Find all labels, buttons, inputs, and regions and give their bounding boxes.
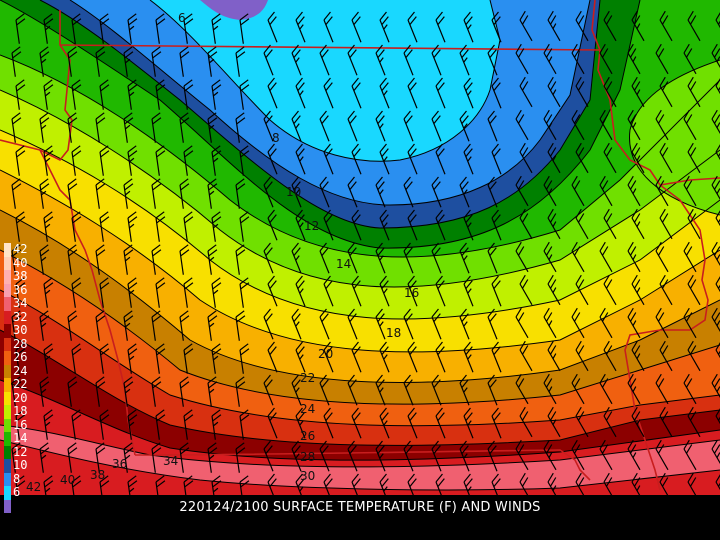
legend-swatch: [4, 283, 11, 297]
legend-entry: 38: [4, 269, 32, 284]
legend-label: 20: [13, 390, 28, 405]
legend-swatch: [4, 459, 11, 473]
legend-swatch: [4, 297, 11, 311]
legend-swatch: [4, 364, 11, 378]
legend-label: 12: [13, 444, 28, 459]
legend-label: 22: [13, 377, 28, 391]
legend-entry: 8: [4, 471, 32, 486]
contour-label: 38: [90, 468, 105, 482]
legend-entry: 24: [4, 363, 32, 378]
legend-label: 18: [13, 404, 28, 418]
legend-label: 42: [13, 242, 28, 256]
legend-label: 32: [13, 309, 28, 324]
legend-entry: 36: [4, 282, 32, 297]
legend-entry: 32: [4, 309, 32, 324]
legend-label: 6: [13, 485, 21, 499]
contour-label: 12: [304, 219, 319, 233]
legend-label: 28: [13, 336, 28, 351]
legend-swatch: [4, 472, 11, 486]
legend-swatch: [4, 391, 11, 405]
legend-entry: 6: [4, 485, 32, 500]
contour-label: 24: [300, 402, 315, 416]
map-caption: 220124/2100 SURFACE TEMPERATURE (F) AND …: [179, 500, 541, 515]
color-legend: 42 40 38 36 34 32 30 28 26 24 22 20 18 16 14 12 10 8 6: [4, 242, 32, 513]
legend-label: 8: [13, 471, 21, 486]
legend-swatch: [4, 310, 11, 324]
contour-label: 6: [178, 11, 186, 25]
legend-swatch: [4, 351, 11, 365]
legend-swatch: [4, 432, 11, 446]
contour-label: 20: [318, 347, 333, 361]
legend-entry: 26: [4, 350, 32, 365]
contour-label: 10: [286, 185, 301, 199]
contour-label: 18: [386, 326, 401, 340]
legend-entry: 14: [4, 431, 32, 446]
legend-entry: 16: [4, 417, 32, 432]
legend-entry: 30: [4, 323, 32, 338]
legend-label: 16: [13, 417, 28, 432]
legend-entry: 18: [4, 404, 32, 419]
legend-label: 38: [13, 269, 28, 283]
legend-swatch: [4, 337, 11, 351]
contour-label: 8: [272, 131, 280, 145]
legend-entry: 28: [4, 336, 32, 351]
legend-swatch: [4, 324, 11, 338]
contour-label: 30: [300, 469, 315, 483]
temperature-map: 6 8 10 12 14 16 18 20 22 24 26 28 30 34 …: [0, 0, 720, 540]
legend-entry: 10: [4, 458, 32, 473]
legend-label: 36: [13, 282, 28, 297]
legend-entry: 12: [4, 444, 32, 459]
legend-label: 24: [13, 363, 28, 378]
contour-label: 26: [300, 429, 315, 443]
legend-swatch: [4, 243, 11, 257]
legend-label: 34: [13, 296, 28, 310]
legend-label: 30: [13, 323, 28, 337]
legend-label: 40: [13, 255, 28, 270]
legend-entry: 20: [4, 390, 32, 405]
temperature-fill-bands: [0, 0, 720, 495]
legend-label: 26: [13, 350, 28, 364]
contour-label: 34: [163, 454, 178, 468]
contour-label: 14: [336, 257, 351, 271]
contour-label: 16: [404, 286, 419, 300]
legend-entry: 22: [4, 377, 32, 392]
legend-swatch: [4, 418, 11, 432]
legend-swatch: [4, 378, 11, 392]
legend-swatch: [4, 445, 11, 459]
contour-label: 22: [300, 371, 315, 385]
legend-swatch: [4, 270, 11, 284]
contour-label: 28: [300, 450, 315, 464]
legend-entry: 42: [4, 242, 32, 257]
contour-label: 36: [112, 457, 127, 471]
legend-swatch: [4, 405, 11, 419]
legend-swatch: [4, 256, 11, 270]
legend-swatch: [4, 486, 11, 500]
contour-label: 40: [60, 473, 75, 487]
legend-label: 14: [13, 431, 28, 445]
legend-entry: 34: [4, 296, 32, 311]
legend-label: 10: [13, 458, 28, 472]
legend-entry: 40: [4, 255, 32, 270]
